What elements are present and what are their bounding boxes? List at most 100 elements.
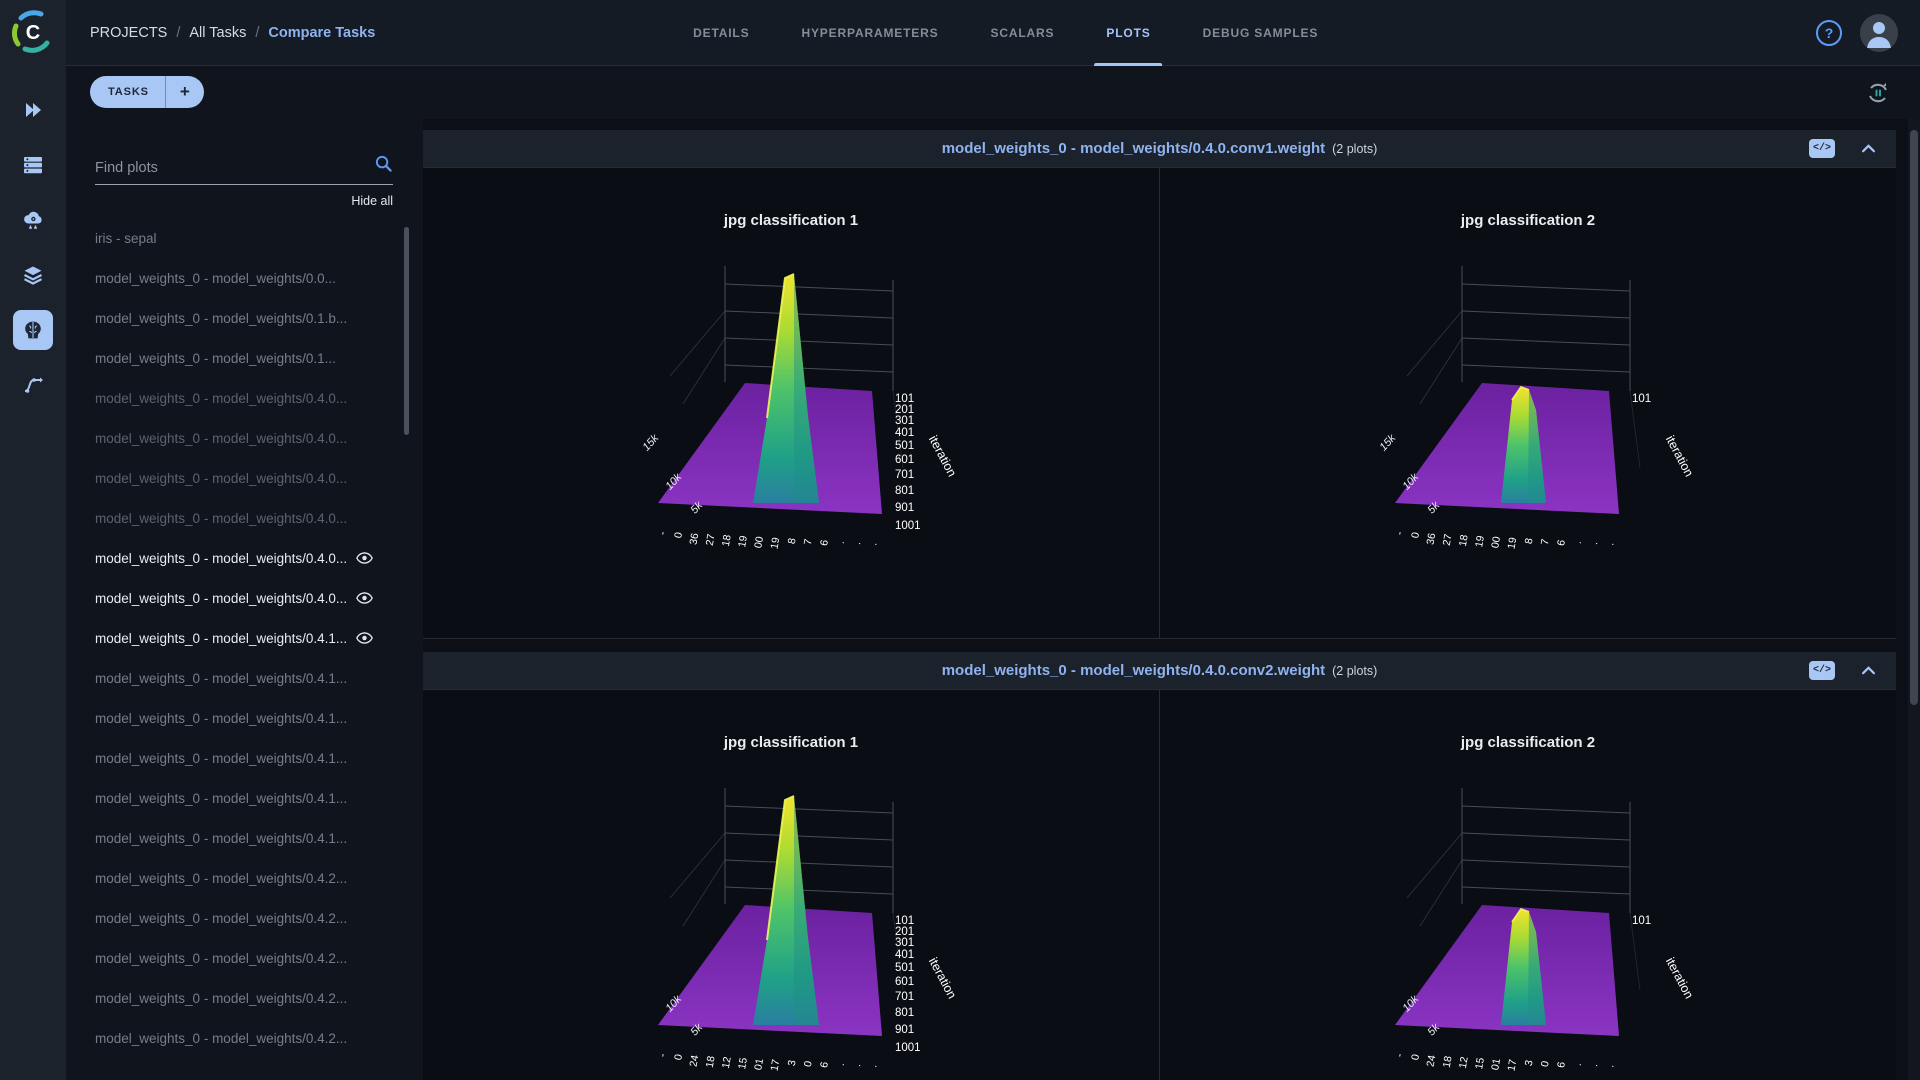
collapse-chevron-up-icon[interactable]	[1861, 666, 1876, 675]
plot-card: jpg classification 15k10k101201301401501…	[423, 690, 1159, 1080]
list-item[interactable]: model_weights_0 - model_weights/0.4.2...	[66, 978, 423, 1018]
rail-item-models-brain-icon[interactable]	[13, 310, 53, 350]
eye-icon[interactable]	[356, 632, 373, 644]
rail-item-projects-icon[interactable]	[13, 90, 53, 130]
svg-text:301: 301	[895, 415, 914, 427]
svg-text:36: 36	[1425, 532, 1439, 546]
svg-text:00: 00	[1489, 535, 1503, 549]
list-item[interactable]: model_weights_0 - model_weights/0.0...	[66, 258, 423, 298]
main-tabs: DETAILS HYPERPARAMETERS SCALARS PLOTS DEBUG …	[689, 0, 1322, 66]
svg-text:6: 6	[818, 539, 831, 547]
svg-text:19: 19	[1473, 535, 1487, 549]
list-item[interactable]: model_weights_0 - model_weights/0.4.0...	[66, 578, 423, 618]
tab-debug-samples[interactable]: DEBUG SAMPLES	[1199, 0, 1323, 66]
list-item[interactable]: iris - sepal	[66, 218, 423, 258]
list-item[interactable]: model_weights_0 - model_weights/0.4.1...	[66, 658, 423, 698]
svg-text:15k: 15k	[1377, 432, 1398, 454]
rail-item-workers-queues-icon[interactable]	[13, 145, 53, 185]
section-title: model_weights_0 - model_weights/0.4.0.co…	[942, 140, 1325, 157]
tab-hyperparameters[interactable]: HYPERPARAMETERS	[797, 0, 942, 66]
help-icon[interactable]: ?	[1816, 20, 1842, 46]
svg-text:801: 801	[895, 1007, 914, 1019]
list-item-label: model_weights_0 - model_weights/0.4.0...	[95, 431, 347, 446]
svg-text:19: 19	[1506, 536, 1520, 550]
surface-plot[interactable]: 5k10k15k1012013014015016017018019011001i…	[423, 168, 1159, 638]
svg-text:601: 601	[895, 454, 914, 466]
logo-letter: C	[26, 22, 40, 44]
svg-text:0: 0	[1409, 531, 1422, 539]
list-item[interactable]: model_weights_0 - model_weights/0.4.2...	[66, 898, 423, 938]
list-item[interactable]: model_weights_0 - model_weights/0.1...	[66, 338, 423, 378]
svg-text:19: 19	[736, 535, 750, 549]
rail-nav	[0, 90, 66, 405]
tab-plots[interactable]: PLOTS	[1102, 0, 1154, 66]
list-item[interactable]: model_weights_0 - model_weights/0.4.1...	[66, 618, 423, 658]
list-item-label: model_weights_0 - model_weights/0.4.1...	[95, 631, 347, 646]
list-item[interactable]: model_weights_0 - model_weights/0.4.0...	[66, 418, 423, 458]
tasks-button[interactable]: TASKS	[90, 76, 166, 108]
list-item-label: model_weights_0 - model_weights/0.1.b...	[95, 311, 347, 326]
eye-icon[interactable]	[356, 552, 373, 564]
list-item[interactable]: model_weights_0 - model_weights/0.4.2...	[66, 1018, 423, 1058]
hide-all-button[interactable]: Hide all	[66, 194, 393, 208]
rail-item-pipelines-icon[interactable]	[13, 365, 53, 405]
workers-queues-icon	[21, 153, 45, 177]
surface-plot[interactable]: 5k10k1012013014015016017018019011001iter…	[423, 690, 1159, 1080]
list-item[interactable]: model_weights_0 - model_weights/0.4.1...	[66, 818, 423, 858]
tab-details[interactable]: DETAILS	[689, 0, 753, 66]
breadcrumb-projects[interactable]: PROJECTS	[90, 25, 167, 41]
breadcrumb-all-tasks[interactable]: All Tasks	[189, 25, 246, 41]
avatar[interactable]	[1860, 14, 1898, 52]
list-item[interactable]: model_weights_0 - model_weights/0.4.1...	[66, 738, 423, 778]
list-item[interactable]: model_weights_0 - model_weights/0.4.0...	[66, 378, 423, 418]
add-task-button[interactable]: +	[166, 76, 204, 108]
list-item[interactable]: model_weights_0 - model_weights/0.4.1...	[66, 698, 423, 738]
list-item[interactable]: model_weights_0 - model_weights/0.4.0...	[66, 458, 423, 498]
section-plot-count: (2 plots)	[1332, 664, 1377, 678]
rail-item-cloud-autoscaler-icon[interactable]	[13, 200, 53, 240]
svg-text:901: 901	[895, 502, 914, 514]
toolbar: TASKS +	[66, 66, 1920, 119]
svg-text:1001: 1001	[895, 520, 921, 532]
svg-text:-: -	[1394, 1052, 1407, 1058]
list-item[interactable]: model_weights_0 - model_weights/0.4.0...	[66, 538, 423, 578]
surface-plot[interactable]: 5k10k15k101iteration-0362718190019876...	[1160, 168, 1896, 638]
list-item[interactable]: model_weights_0 - model_weights/0.4.1...	[66, 778, 423, 818]
list-scrollbar[interactable]	[404, 227, 409, 435]
svg-text:18: 18	[720, 534, 734, 548]
svg-text:.: .	[835, 540, 847, 545]
list-item[interactable]: model_weights_0 - model_weights/0.1.b...	[66, 298, 423, 338]
plot-section: model_weights_0 - model_weights/0.4.0.co…	[423, 652, 1896, 1080]
svg-text:801: 801	[895, 485, 914, 497]
rail-item-datasets-icon[interactable]	[13, 255, 53, 295]
list-item[interactable]: model_weights_0 - model_weights/0.4.0...	[66, 498, 423, 538]
auto-refresh-pause-icon[interactable]	[1864, 79, 1892, 107]
plot-card: jpg classification 25k10k15k101iteration…	[1160, 168, 1896, 638]
embed-code-icon[interactable]: </>	[1809, 139, 1835, 158]
clearml-logo-icon[interactable]: C	[11, 10, 55, 54]
surface-plot[interactable]: 5k10k101iteration-0241812150117306...	[1160, 690, 1896, 1080]
svg-text:00: 00	[752, 535, 766, 549]
svg-text:18: 18	[1441, 1055, 1455, 1069]
svg-text:18: 18	[704, 1055, 718, 1069]
svg-text:901: 901	[895, 1024, 914, 1036]
main-scrollbar[interactable]	[1910, 130, 1918, 705]
collapse-chevron-up-icon[interactable]	[1861, 144, 1876, 153]
list-item-label: model_weights_0 - model_weights/0.4.0...	[95, 511, 347, 526]
plot-sections: model_weights_0 - model_weights/0.4.0.co…	[423, 130, 1896, 1080]
tab-scalars[interactable]: SCALARS	[987, 0, 1059, 66]
eye-icon[interactable]	[356, 592, 373, 604]
svg-text:3: 3	[786, 1059, 799, 1067]
list-item[interactable]: model_weights_0 - model_weights/0.4.2...	[66, 938, 423, 978]
embed-code-icon[interactable]: </>	[1809, 661, 1835, 680]
svg-text:19: 19	[769, 536, 783, 550]
svg-text:iteration: iteration	[1663, 955, 1696, 1001]
list-item-label: iris - sepal	[95, 231, 157, 246]
svg-text:15k: 15k	[640, 432, 661, 454]
search-input[interactable]	[95, 160, 393, 176]
svg-text:.: .	[851, 541, 863, 546]
svg-text:.: .	[1588, 541, 1600, 546]
tasks-pill: TASKS +	[90, 76, 204, 108]
svg-text:0: 0	[672, 1053, 685, 1061]
list-item[interactable]: model_weights_0 - model_weights/0.4.2...	[66, 858, 423, 898]
